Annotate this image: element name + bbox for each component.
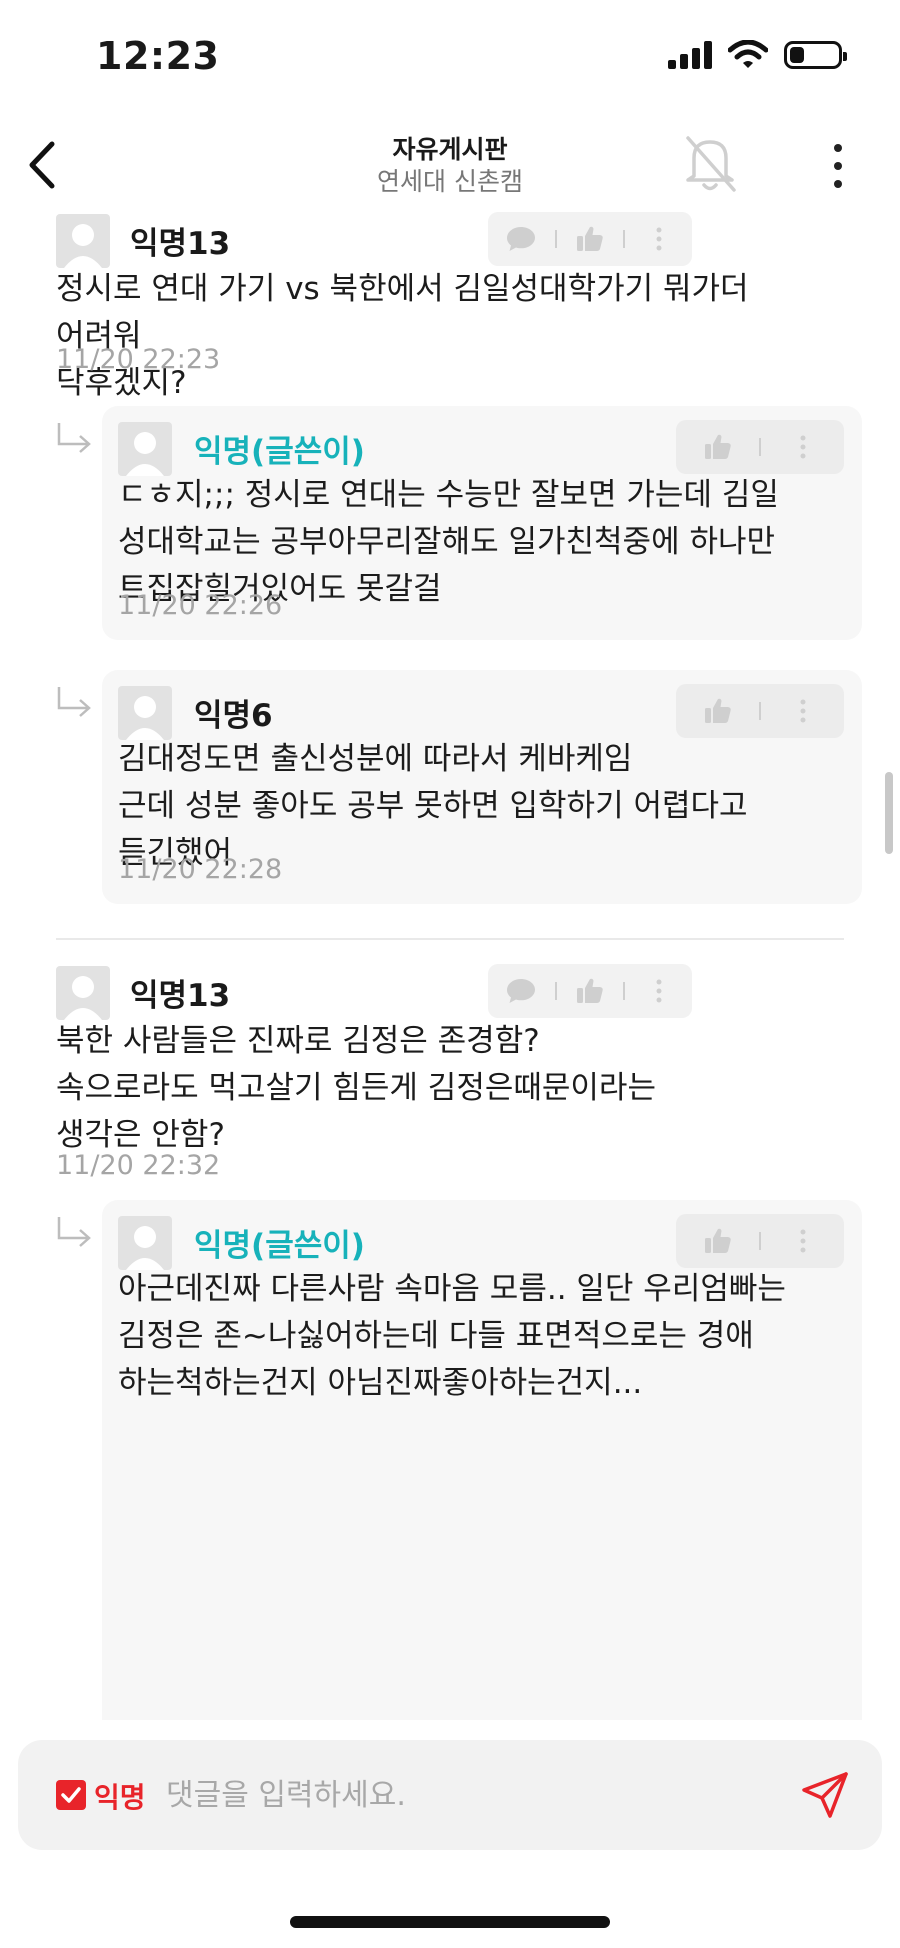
avatar: [118, 422, 172, 476]
avatar: [118, 686, 172, 740]
avatar: [56, 214, 110, 268]
default-avatar-icon: [126, 432, 164, 476]
status-bar: 12:23: [0, 0, 900, 120]
comment-text: 북한 사람들은 진짜로 김정은 존경함? 속으로라도 먹고살기 힘든게 김정은때…: [56, 1023, 656, 1153]
comment-more-button[interactable]: [625, 212, 692, 266]
cellular-signal-icon: [668, 41, 712, 69]
reply-actions: [676, 420, 844, 474]
reply-arrow-icon: [57, 687, 91, 717]
reply-nickname-op: 익명(글쓴이): [194, 1228, 365, 1264]
comment-time: 11/20 22:32: [56, 1150, 221, 1181]
reply-arrow-icon: [57, 423, 91, 453]
more-vertical-icon: [656, 227, 662, 251]
comment-input-bar: 익명: [18, 1740, 882, 1850]
comment-more-button[interactable]: [625, 964, 692, 1018]
chat-bubble-icon: [507, 979, 536, 1003]
comment-feed[interactable]: 익명13 정시로 연대 가기 vs 북한에서 김일성대학가기 뭐가더 어려워 닥…: [0, 212, 900, 1720]
board-header: 자유게시판 연세대 신촌캠: [0, 120, 900, 212]
thumbs-up-icon: [704, 434, 731, 459]
comment-item: 익명13 북한 사람들은 진짜로 김정은 존경함? 속으로라도 먹고살기 힘든게…: [56, 964, 846, 1181]
reply-actions: [676, 684, 844, 738]
more-vertical-icon: [800, 1229, 805, 1253]
thumbs-up-icon: [704, 1228, 731, 1253]
chat-bubble-icon: [507, 227, 536, 251]
comment-nickname: 익명13: [130, 978, 231, 1014]
thumbs-up-icon: [577, 978, 603, 1003]
like-button[interactable]: [676, 1214, 759, 1268]
status-icons: [668, 40, 847, 70]
wifi-icon: [728, 40, 768, 68]
anonymous-checkbox[interactable]: [56, 1780, 86, 1810]
default-avatar-icon: [64, 224, 102, 268]
battery-level: [790, 47, 804, 63]
status-time: 12:23: [96, 34, 220, 78]
like-button[interactable]: [676, 684, 759, 738]
default-avatar-icon: [64, 976, 102, 1020]
reply-button[interactable]: [488, 964, 555, 1018]
avatar: [56, 966, 110, 1020]
reply-arrow-icon: [57, 1217, 91, 1247]
reply-nickname-op: 익명(글쓴이): [194, 434, 365, 470]
reply-more-button[interactable]: [761, 420, 844, 474]
thumbs-up-icon: [704, 698, 731, 723]
reply-actions: [676, 1214, 844, 1268]
reply-time: 11/20 22:26: [118, 590, 283, 621]
like-button[interactable]: [557, 964, 624, 1018]
comment-actions: [488, 212, 692, 266]
default-avatar-icon: [126, 1226, 164, 1270]
battery-icon: [784, 41, 847, 69]
comment-actions: [488, 964, 692, 1018]
like-button[interactable]: [557, 212, 624, 266]
reply-item: 익명(글쓴이) 아근데진짜 다른사람 속마음 모름.. 일단 우리엄빠는 김정은…: [102, 1200, 862, 1720]
more-vertical-icon: [800, 435, 805, 459]
notification-off-bell-icon[interactable]: [680, 130, 740, 196]
comment-time: 11/20 22:23: [56, 344, 221, 375]
comment-nickname: 익명13: [130, 226, 231, 262]
comment-item: 익명13 정시로 연대 가기 vs 북한에서 김일성대학가기 뭐가더 어려워 닥…: [56, 212, 846, 412]
reply-text: 아근데진짜 다른사람 속마음 모름.. 일단 우리엄빠는 김정은 존~나싫어하는…: [118, 1271, 786, 1401]
reply-time: 11/20 22:28: [118, 854, 283, 885]
more-vertical-icon: [800, 699, 805, 723]
anonymous-label[interactable]: 익명: [94, 1776, 146, 1816]
home-indicator[interactable]: [290, 1916, 610, 1928]
reply-more-button[interactable]: [761, 684, 844, 738]
reply-item: 익명6 김대정도면 출신성분에 따라서 케바케임 근데 성분 좋아도 공부 못하…: [102, 670, 862, 904]
like-button[interactable]: [676, 420, 759, 474]
reply-button[interactable]: [488, 212, 555, 266]
reply-item: 익명(글쓴이) ㄷㅎ지;;; 정시로 연대는 수능만 잘보면 가는데 김일 성대…: [102, 406, 862, 640]
comment-input[interactable]: [166, 1768, 766, 1822]
send-icon[interactable]: [800, 1770, 850, 1820]
scrollbar[interactable]: [885, 772, 893, 854]
board-subtitle: 연세대 신촌캠: [377, 167, 523, 196]
reply-nickname: 익명6: [194, 698, 273, 734]
checkmark-icon: [61, 1787, 81, 1803]
thumbs-up-icon: [577, 226, 603, 251]
board-title: 자유게시판: [392, 135, 508, 164]
avatar: [118, 1216, 172, 1270]
comment-text: 정시로 연대 가기 vs 북한에서 김일성대학가기 뭐가더 어려워 닥후겠지?: [56, 271, 749, 401]
more-vertical-icon: [656, 979, 662, 1003]
more-options-icon[interactable]: [820, 138, 856, 194]
comment-divider: [56, 938, 844, 940]
reply-more-button[interactable]: [761, 1214, 844, 1268]
default-avatar-icon: [126, 696, 164, 740]
